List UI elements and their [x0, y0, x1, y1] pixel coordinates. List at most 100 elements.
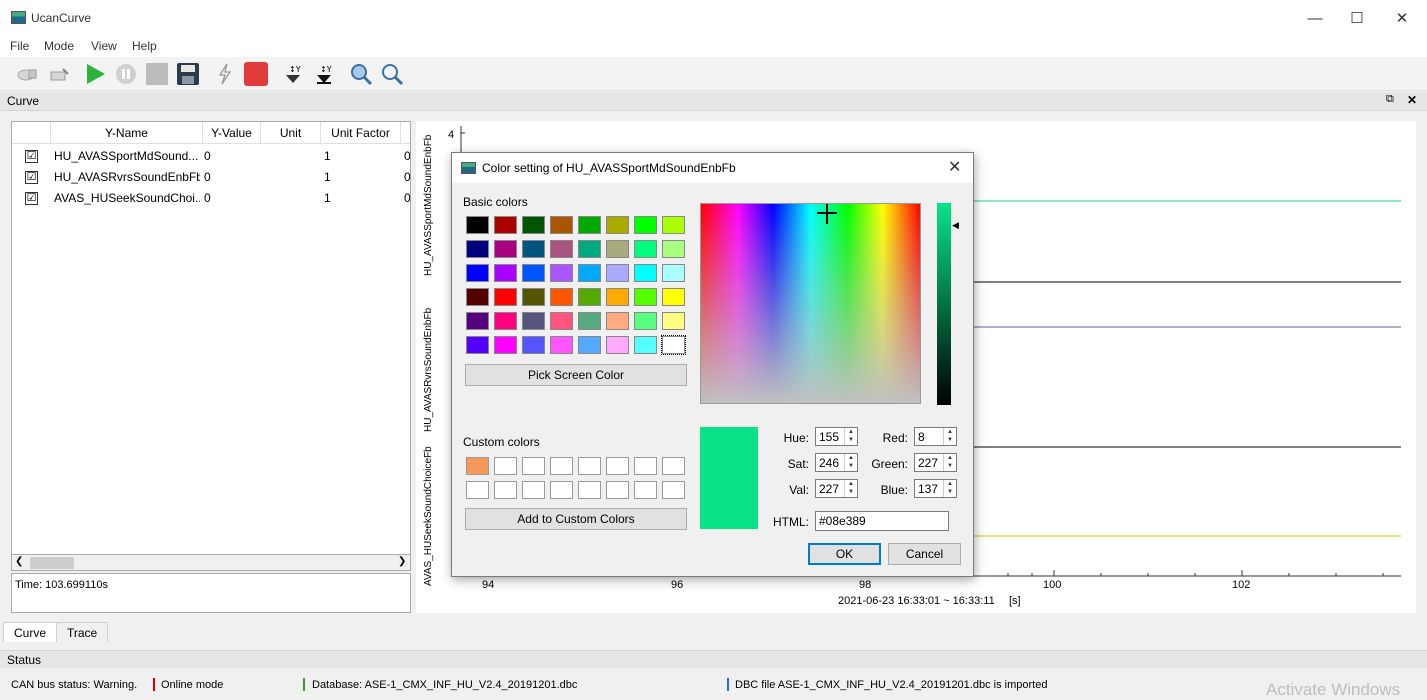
scroll-right-icon[interactable]: ❯ [398, 556, 406, 567]
disconnect-icon[interactable] [46, 61, 72, 87]
basic-color-swatch[interactable] [606, 216, 629, 234]
pick-screen-color-button[interactable]: Pick Screen Color [465, 364, 687, 386]
basic-color-swatch[interactable] [606, 240, 629, 258]
maximize-button[interactable]: ☐ [1334, 6, 1380, 32]
red-spinbox[interactable]: 8 ▲ ▼ [914, 427, 957, 446]
zoom-in-icon[interactable] [348, 61, 374, 87]
basic-color-swatch[interactable] [550, 288, 573, 306]
tab-curve[interactable]: Curve [3, 622, 58, 642]
basic-color-swatch[interactable] [466, 264, 489, 282]
custom-color-swatch[interactable] [634, 481, 657, 499]
basic-color-swatch[interactable] [634, 288, 657, 306]
save-icon[interactable] [175, 61, 201, 87]
scroll-left-icon[interactable]: ❮ [15, 556, 23, 567]
basic-color-swatch[interactable] [661, 335, 686, 355]
row-checkbox[interactable]: ☑ [25, 150, 38, 163]
y-axis-up-icon[interactable]: ↕Y [311, 61, 337, 87]
menu-mode[interactable]: Mode [44, 39, 74, 53]
custom-color-swatch[interactable] [522, 457, 545, 475]
basic-color-swatch[interactable] [494, 336, 517, 354]
basic-color-swatch[interactable] [606, 288, 629, 306]
table-header-yvalue[interactable]: Y-Value [203, 122, 261, 144]
basic-color-swatch[interactable] [578, 288, 601, 306]
custom-color-swatch[interactable] [578, 457, 601, 475]
basic-color-swatch[interactable] [634, 216, 657, 234]
basic-color-swatch[interactable] [662, 312, 685, 330]
table-row[interactable]: ☑ AVAS_HUSeekSoundChoi... 0 1 0 [12, 188, 410, 209]
hue-spinbox[interactable]: 155 ▲ ▼ [815, 427, 858, 446]
dock-float-button[interactable]: ⧉ [1386, 93, 1394, 106]
basic-color-swatch[interactable] [466, 312, 489, 330]
basic-color-swatch[interactable] [606, 336, 629, 354]
dialog-close-button[interactable]: ✕ [948, 157, 961, 177]
basic-color-swatch[interactable] [662, 264, 685, 282]
basic-color-swatch[interactable] [550, 264, 573, 282]
stop-icon[interactable] [144, 61, 170, 87]
hue-saturation-field[interactable] [700, 203, 921, 404]
basic-color-swatch[interactable] [522, 288, 545, 306]
basic-color-swatch[interactable] [578, 216, 601, 234]
menu-help[interactable]: Help [132, 39, 157, 53]
basic-color-swatch[interactable] [578, 336, 601, 354]
table-header-offset[interactable] [401, 122, 410, 144]
basic-color-swatch[interactable] [522, 216, 545, 234]
val-spinbox[interactable]: 227 ▲ ▼ [815, 479, 858, 498]
basic-color-swatch[interactable] [466, 336, 489, 354]
cancel-button[interactable]: Cancel [888, 543, 961, 565]
basic-color-swatch[interactable] [578, 240, 601, 258]
custom-color-swatch[interactable] [606, 457, 629, 475]
basic-color-swatch[interactable] [550, 240, 573, 258]
dock-close-button[interactable]: ✕ [1407, 93, 1417, 107]
basic-color-swatch[interactable] [578, 312, 601, 330]
record-icon[interactable] [243, 61, 269, 87]
custom-color-swatch[interactable] [494, 457, 517, 475]
table-header-yname[interactable]: Y-Name [51, 122, 203, 144]
table-row[interactable]: ☑ HU_AVASRvrsSoundEnbFb 0 1 0 [12, 167, 410, 188]
basic-color-swatch[interactable] [494, 288, 517, 306]
basic-color-swatch[interactable] [522, 240, 545, 258]
basic-color-swatch[interactable] [494, 312, 517, 330]
sat-spinbox[interactable]: 246 ▲ ▼ [815, 453, 858, 472]
basic-color-swatch[interactable] [634, 264, 657, 282]
basic-color-swatch[interactable] [662, 240, 685, 258]
basic-color-swatch[interactable] [494, 216, 517, 234]
tab-trace[interactable]: Trace [56, 622, 109, 642]
basic-color-swatch[interactable] [606, 312, 629, 330]
value-slider[interactable] [937, 203, 951, 405]
menu-file[interactable]: File [10, 39, 29, 53]
green-spinbox[interactable]: 227 ▲ ▼ [914, 453, 957, 472]
basic-color-swatch[interactable] [466, 216, 489, 234]
add-custom-colors-button[interactable]: Add to Custom Colors [465, 508, 687, 530]
table-row[interactable]: ☑ HU_AVASSportMdSound... 0 1 0 [12, 146, 410, 167]
basic-color-swatch[interactable] [606, 264, 629, 282]
custom-color-swatch[interactable] [634, 457, 657, 475]
html-color-input[interactable]: #08e389 [815, 511, 949, 531]
basic-color-swatch[interactable] [634, 312, 657, 330]
connect-icon[interactable] [14, 61, 40, 87]
y-axis-down-icon[interactable]: ↕Y [280, 61, 306, 87]
play-icon[interactable] [82, 61, 108, 87]
custom-color-swatch[interactable] [606, 481, 629, 499]
basic-color-swatch[interactable] [634, 240, 657, 258]
basic-color-swatch[interactable] [550, 216, 573, 234]
zoom-out-icon[interactable] [379, 61, 405, 87]
basic-color-swatch[interactable] [466, 240, 489, 258]
trigger-icon[interactable] [212, 61, 238, 87]
table-header-unit[interactable]: Unit [261, 122, 321, 144]
value-slider-arrow-icon[interactable]: ◀ [952, 220, 959, 231]
basic-color-swatch[interactable] [634, 336, 657, 354]
blue-spinbox[interactable]: 137 ▲ ▼ [914, 479, 957, 498]
pause-icon[interactable] [113, 61, 139, 87]
custom-color-swatch[interactable] [662, 457, 685, 475]
basic-color-swatch[interactable] [578, 264, 601, 282]
row-checkbox[interactable]: ☑ [25, 171, 38, 184]
ok-button[interactable]: OK [808, 543, 881, 565]
basic-color-swatch[interactable] [494, 240, 517, 258]
basic-color-swatch[interactable] [522, 264, 545, 282]
basic-color-swatch[interactable] [550, 312, 573, 330]
custom-color-swatch[interactable] [550, 481, 573, 499]
row-checkbox[interactable]: ☑ [25, 192, 38, 205]
scroll-thumb[interactable] [30, 557, 74, 569]
basic-color-swatch[interactable] [662, 288, 685, 306]
custom-color-swatch[interactable] [662, 481, 685, 499]
